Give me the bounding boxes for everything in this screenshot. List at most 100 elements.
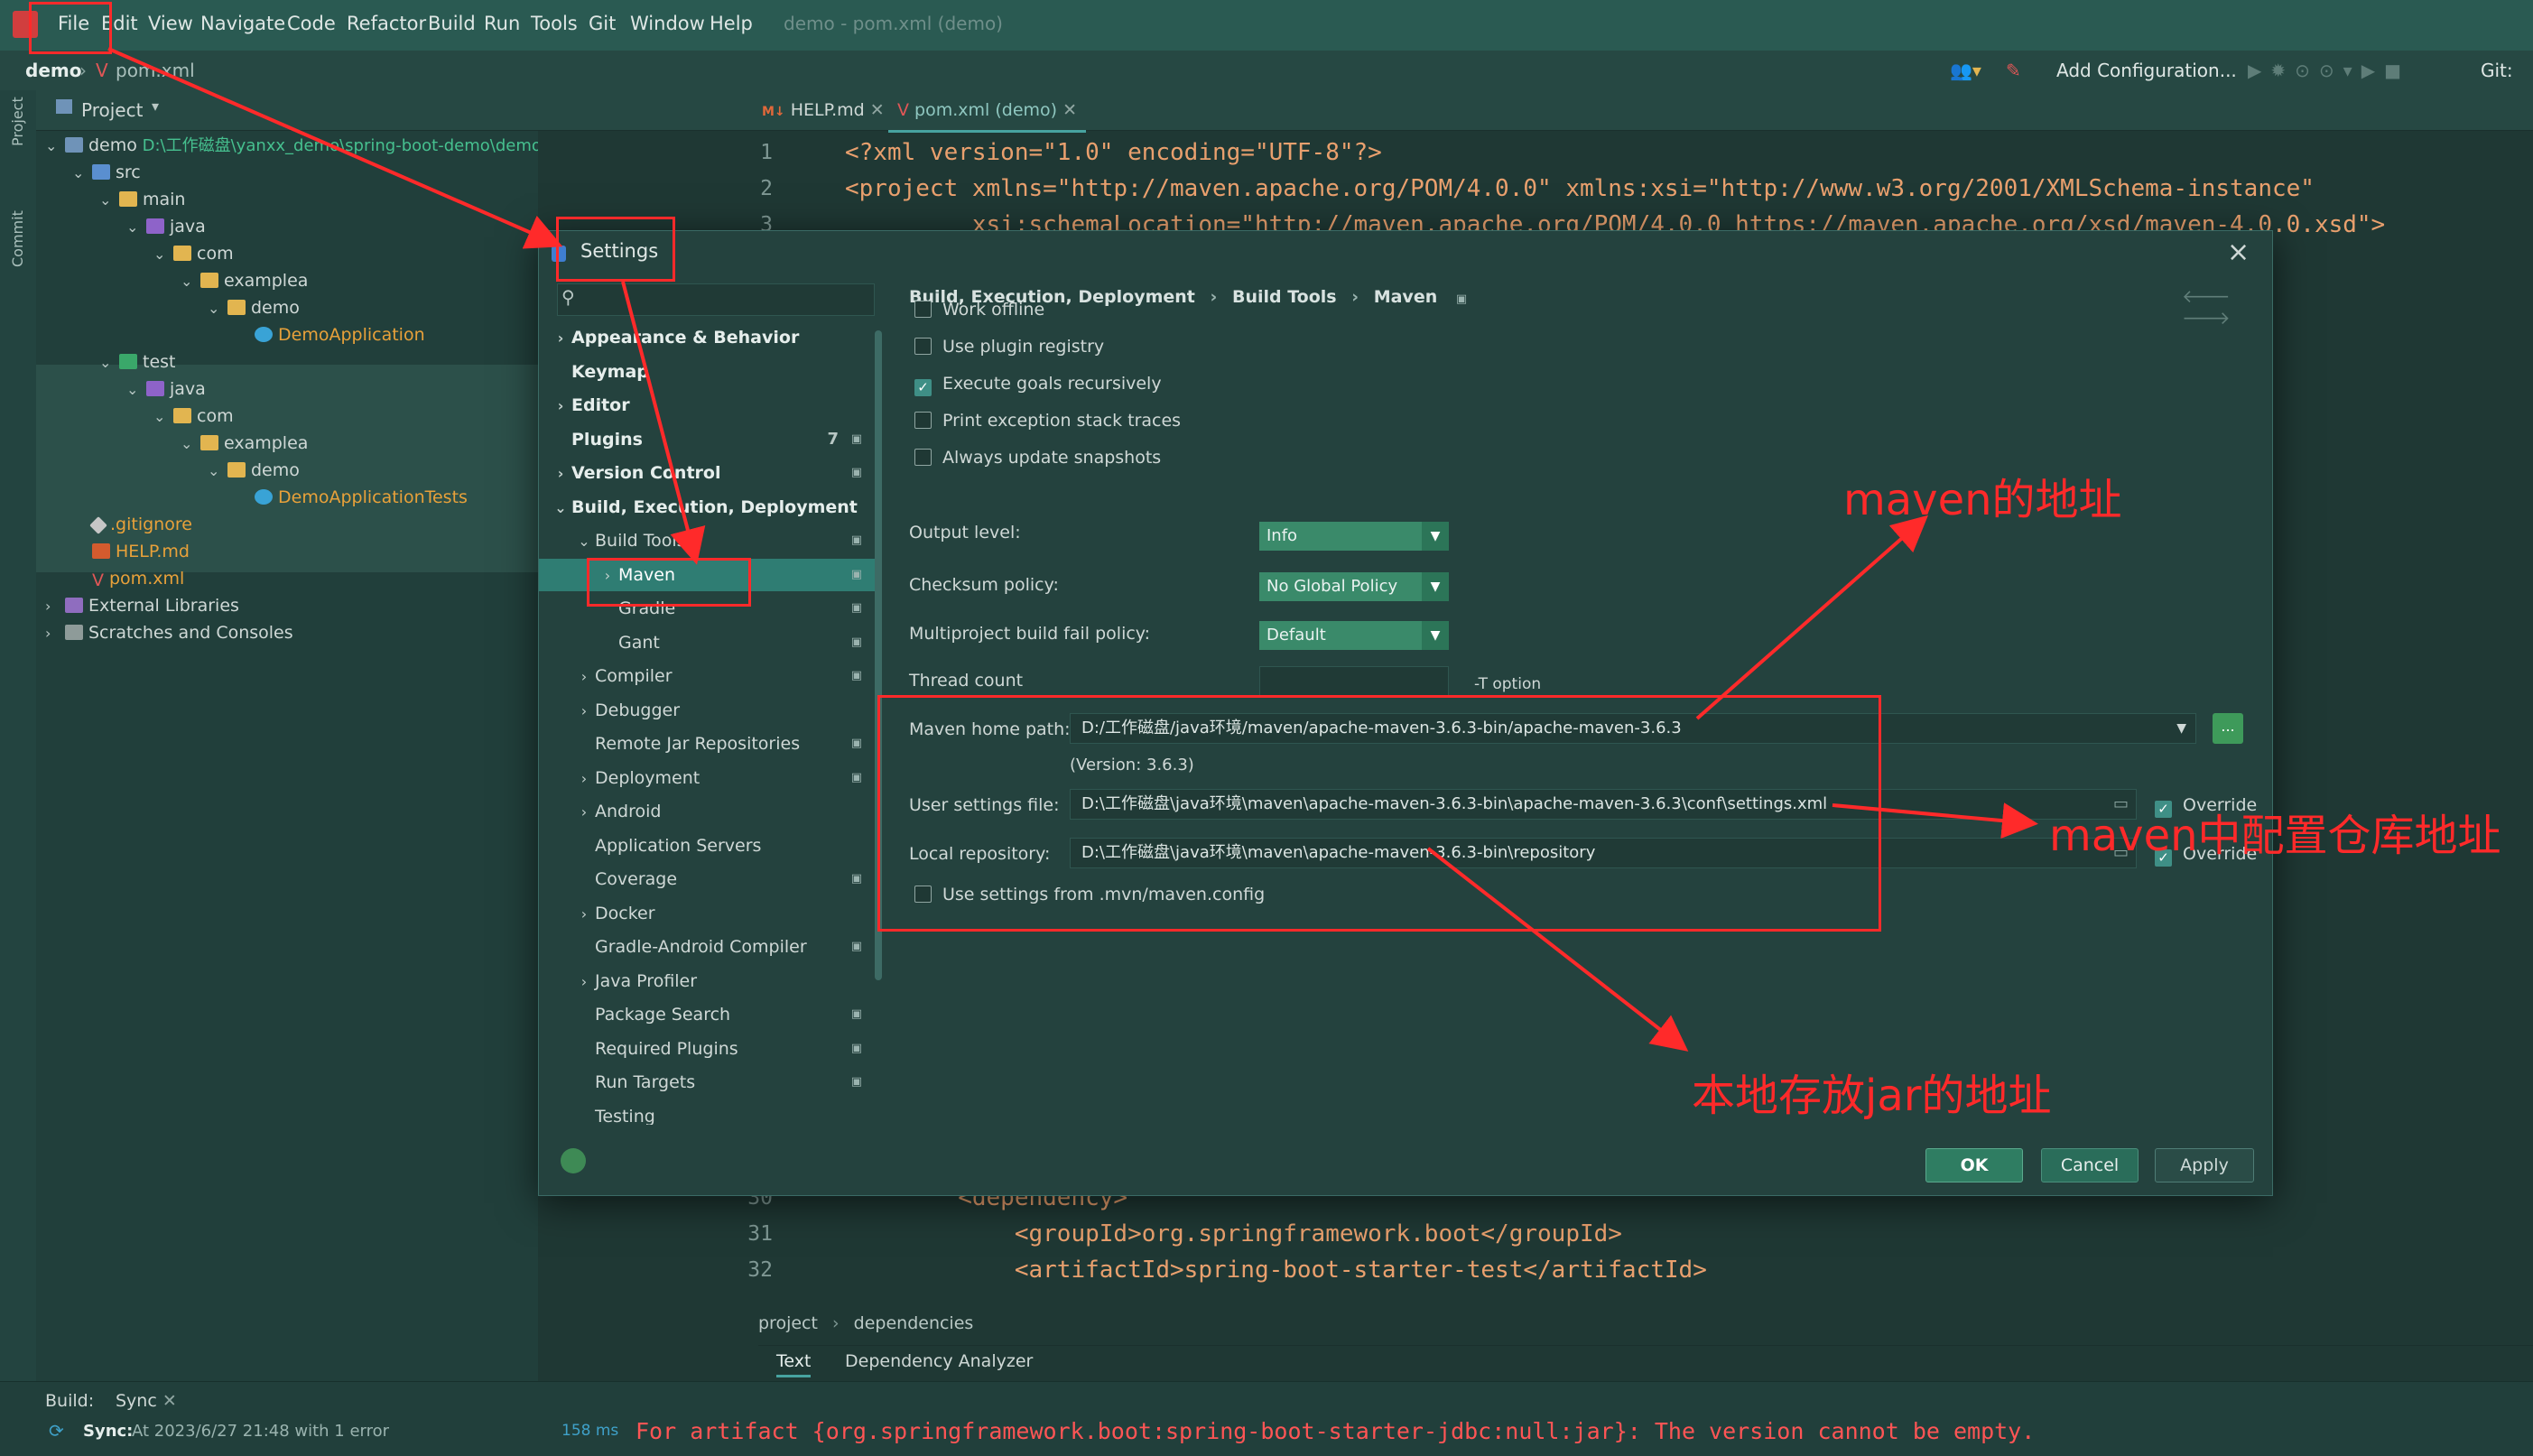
settings-nav-coverage[interactable]: Coverage ▣ xyxy=(539,863,875,895)
chevron-down-icon[interactable]: ▼ xyxy=(2176,714,2186,743)
tree-item[interactable]: › External Libraries xyxy=(45,592,239,619)
settings-nav-android[interactable]: › Android xyxy=(539,795,875,828)
code-line[interactable]: <artifactId>spring-boot-starter-test</ar… xyxy=(845,1257,1707,1284)
code-line[interactable]: <?xml version="1.0" encoding="UTF-8"?> xyxy=(845,139,1382,166)
option-print-exception-stack-traces[interactable]: Print exception stack traces xyxy=(914,407,1181,434)
expand-arrow-icon[interactable]: › xyxy=(573,966,595,998)
expand-arrow-icon[interactable]: ⌄ xyxy=(181,431,200,458)
checkbox[interactable] xyxy=(914,338,932,355)
expand-arrow-icon[interactable]: ⌄ xyxy=(153,241,173,268)
git-label[interactable]: Git: xyxy=(2481,60,2513,81)
settings-nav-gradle-android-compiler[interactable]: Gradle-Android Compiler ▣ xyxy=(539,931,875,963)
thread-count-input[interactable] xyxy=(1259,666,1449,697)
tab-dependency-analyzer[interactable]: Dependency Analyzer xyxy=(845,1351,1033,1371)
tree-item[interactable]: HELP.md xyxy=(72,538,190,565)
settings-nav-gant[interactable]: Gant ▣ xyxy=(539,626,875,659)
settings-nav-build-tools[interactable]: ⌄ Build Tools ▣ xyxy=(539,524,875,557)
code-line[interactable]: <project xmlns="http://maven.apache.org/… xyxy=(845,175,2315,202)
project-tool-tab[interactable]: Project xyxy=(9,97,26,146)
settings-nav-editor[interactable]: › Editor xyxy=(539,389,875,422)
option-execute-goals-recursively[interactable]: ✓ Execute goals recursively xyxy=(914,370,1162,397)
option-work-offline[interactable]: Work offline xyxy=(914,296,1044,323)
tree-item[interactable]: ⌄ demo xyxy=(208,457,300,484)
help-icon[interactable] xyxy=(561,1148,586,1173)
expand-arrow-icon[interactable]: ⌄ xyxy=(208,458,227,485)
menu-git[interactable]: Git xyxy=(589,13,616,34)
menu-window[interactable]: Window xyxy=(630,13,705,34)
settings-nav-testing[interactable]: Testing xyxy=(539,1100,875,1126)
browse-maven-home-button[interactable]: ... xyxy=(2213,713,2243,744)
apply-button[interactable]: Apply xyxy=(2155,1148,2254,1182)
expand-arrow-icon[interactable]: ⌄ xyxy=(99,349,119,376)
multiproject-policy-select[interactable]: Default ▼ xyxy=(1259,621,1449,650)
menu-refactor[interactable]: Refactor xyxy=(347,13,426,34)
expand-arrow-icon[interactable]: › xyxy=(550,458,571,490)
nav-project[interactable]: demo xyxy=(25,60,81,81)
user-icon[interactable]: 👥▾ xyxy=(1950,60,1981,81)
breadcrumb-dependencies[interactable]: dependencies xyxy=(854,1313,974,1333)
expand-arrow-icon[interactable]: ⌄ xyxy=(573,525,595,558)
expand-arrow-icon[interactable]: › xyxy=(550,390,571,422)
expand-arrow-icon[interactable]: › xyxy=(45,593,65,620)
tree-item[interactable]: ⌄ examplea xyxy=(181,267,308,294)
tree-item[interactable]: .gitignore xyxy=(72,511,192,538)
tree-item[interactable]: ⌄ java xyxy=(126,213,206,240)
breadcrumb-project[interactable]: project xyxy=(758,1313,818,1333)
expand-arrow-icon[interactable]: › xyxy=(45,620,65,647)
checkbox[interactable] xyxy=(914,449,932,466)
settings-search-input[interactable]: ⚲ xyxy=(557,283,875,316)
chevron-down-icon[interactable]: ▾ xyxy=(152,97,159,115)
nav-file[interactable]: pom.xml xyxy=(116,60,195,81)
checkbox[interactable] xyxy=(914,412,932,429)
settings-nav-build-execution-deployment[interactable]: ⌄ Build, Execution, Deployment xyxy=(539,491,875,524)
checkbox[interactable] xyxy=(914,301,932,318)
tree-item[interactable]: DemoApplication xyxy=(235,321,425,348)
run-controls-icon[interactable]: ▶✹⊙⊙▾▶■ xyxy=(2248,60,2410,81)
output-level-select[interactable]: Info ▼ xyxy=(1259,522,1449,551)
expand-arrow-icon[interactable]: › xyxy=(550,322,571,355)
checkbox[interactable]: ✓ xyxy=(914,379,932,396)
commit-tool-tab[interactable]: Commit xyxy=(9,210,26,267)
menu-help[interactable]: Help xyxy=(710,13,753,34)
tree-item[interactable]: DemoApplicationTests xyxy=(235,484,468,511)
expand-arrow-icon[interactable]: › xyxy=(573,763,595,795)
settings-nav-plugins[interactable]: Plugins 7 ▣ xyxy=(539,423,875,456)
tab-text[interactable]: Text xyxy=(776,1351,812,1377)
tree-item[interactable]: ⌄ main xyxy=(99,186,185,213)
settings-nav-run-targets[interactable]: Run Targets ▣ xyxy=(539,1066,875,1099)
tree-item[interactable]: ⌄ java xyxy=(126,376,206,403)
close-tab-icon[interactable]: ✕ xyxy=(870,100,885,120)
menu-code[interactable]: Code xyxy=(287,13,336,34)
tab-help-md[interactable]: M↓ HELP.md ✕ xyxy=(753,90,894,130)
build-tab-sync[interactable]: Sync ✕ xyxy=(116,1391,177,1411)
cancel-button[interactable]: Cancel xyxy=(2041,1148,2139,1182)
expand-arrow-icon[interactable]: ⌄ xyxy=(153,403,173,431)
menu-tools[interactable]: Tools xyxy=(531,13,578,34)
expand-arrow-icon[interactable]: ⌄ xyxy=(181,268,200,295)
project-panel-title[interactable]: Project xyxy=(81,99,143,121)
close-icon[interactable]: × xyxy=(2227,236,2250,268)
checksum-policy-select[interactable]: No Global Policy ▼ xyxy=(1259,572,1449,601)
menu-build[interactable]: Build xyxy=(428,13,476,34)
tree-item[interactable]: ⌄ demo D:\工作磁盘\yanxx_demo\spring-boot-dem… xyxy=(45,132,542,159)
settings-nav-application-servers[interactable]: Application Servers xyxy=(539,830,875,862)
tree-item[interactable]: Vpom.xml xyxy=(72,565,184,592)
tree-item[interactable]: ⌄ examplea xyxy=(181,430,308,457)
settings-nav-appearance-behavior[interactable]: › Appearance & Behavior xyxy=(539,321,875,354)
tree-item[interactable]: ⌄ src xyxy=(72,159,141,186)
tree-item[interactable]: ⌄ test xyxy=(99,348,176,376)
tree-item[interactable]: ⌄ com xyxy=(153,240,234,267)
ok-button[interactable]: OK xyxy=(1925,1148,2023,1182)
settings-nav-java-profiler[interactable]: › Java Profiler xyxy=(539,965,875,997)
expand-arrow-icon[interactable]: › xyxy=(573,661,595,693)
settings-nav-keymap[interactable]: Keymap xyxy=(539,356,875,388)
expand-arrow-icon[interactable]: › xyxy=(573,898,595,931)
expand-arrow-icon[interactable]: ⌄ xyxy=(126,214,146,241)
menu-navigate[interactable]: Navigate xyxy=(200,13,285,34)
expand-arrow-icon[interactable]: ⌄ xyxy=(126,376,146,403)
settings-nav-debugger[interactable]: › Debugger xyxy=(539,694,875,727)
add-configuration-button[interactable]: Add Configuration... xyxy=(2056,60,2237,81)
settings-nav-deployment[interactable]: › Deployment ▣ xyxy=(539,762,875,794)
settings-nav-remote-jar-repositories[interactable]: Remote Jar Repositories ▣ xyxy=(539,728,875,760)
settings-nav-docker[interactable]: › Docker xyxy=(539,897,875,930)
